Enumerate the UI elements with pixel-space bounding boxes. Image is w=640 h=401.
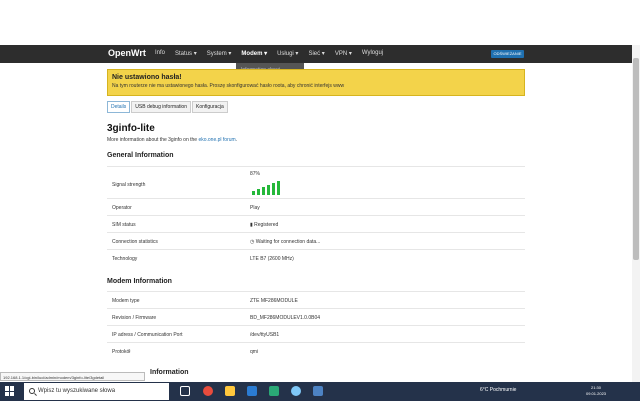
operator-value: Play xyxy=(250,205,260,211)
tab-details[interactable]: Details xyxy=(107,101,131,113)
technology-label: Technology xyxy=(112,256,138,262)
forum-link[interactable]: eko.one.pl forum xyxy=(198,137,235,143)
openwrt-logo[interactable]: OpenWrt xyxy=(108,48,146,58)
windows-taskbar: Wpisz tu wyszukiwane słowa 6°C Pochmurni… xyxy=(0,382,640,401)
firmware-value: BD_MF286MODULEV1.0.0B04 xyxy=(250,315,321,321)
signal-label: Signal strength xyxy=(112,182,146,188)
menu-modem[interactable]: Modem ▾ xyxy=(241,50,267,57)
signal-row: Signal strength 87% xyxy=(107,166,525,198)
connection-statistics-text: Waiting for connection data... xyxy=(255,239,321,245)
operator-row: Operator Play xyxy=(107,198,525,215)
modem-type-row: Modem type ZTE MF286MODULE xyxy=(107,291,525,308)
firmware-row: Revision / Firmware BD_MF286MODULEV1.0.0B… xyxy=(107,308,525,325)
chrome-icon[interactable] xyxy=(203,386,213,396)
modem-information-heading: Modem Information xyxy=(107,278,172,285)
menu-system[interactable]: System ▾ xyxy=(207,50,232,57)
settings-app-icon[interactable] xyxy=(313,386,323,396)
sim-status-text: Registered xyxy=(254,222,279,228)
description-text: More information about the 3ginfo on the xyxy=(107,137,198,143)
connection-statistics-row: Connection statistics ◷ Waiting for conne… xyxy=(107,232,525,249)
port-value: /dev/ttyUSB1 xyxy=(250,332,280,338)
protocol-label: Protokół xyxy=(112,349,131,355)
signal-percent: 87% xyxy=(250,171,261,177)
scrollbar-thumb[interactable] xyxy=(633,58,639,260)
port-label: IP adress / Communication Port xyxy=(112,332,183,338)
sim-status-row: SIM status ▮ Registered xyxy=(107,215,525,232)
page-description: More information about the 3ginfo on the… xyxy=(107,137,237,143)
refresh-button[interactable]: ODŚWIEŻANIE xyxy=(491,50,524,58)
sim-status-value: ▮ Registered xyxy=(250,222,278,228)
taskbar-search-placeholder: Wpisz tu wyszukiwane słowa xyxy=(38,388,116,394)
warning-title: Nie ustawiono hasła! xyxy=(112,74,182,81)
network-app-icon[interactable] xyxy=(291,386,301,396)
browser-status-url: 192.168.1.1/cgi-bin/luci/admin/modem/3gi… xyxy=(0,372,145,381)
menu-services[interactable]: Usługi ▾ xyxy=(277,50,298,57)
tab-usb-debug[interactable]: USB debug information xyxy=(131,101,191,113)
file-explorer-icon[interactable] xyxy=(225,386,235,396)
vertical-scrollbar[interactable] xyxy=(632,45,640,383)
page-tabs: Details USB debug information Konfigurac… xyxy=(107,101,228,113)
signal-strength-icon xyxy=(252,181,280,195)
menu-logout[interactable]: Wyloguj xyxy=(362,50,383,57)
search-icon xyxy=(29,388,35,394)
app-icon[interactable] xyxy=(269,386,279,396)
task-view-icon[interactable] xyxy=(180,386,190,396)
protocol-value: qmi xyxy=(250,349,259,355)
port-row: IP adress / Communication Port/dev/ttyUS… xyxy=(107,325,525,342)
mail-icon[interactable] xyxy=(247,386,257,396)
tab-configuration[interactable]: Konfiguracja xyxy=(192,101,228,113)
windows-start-icon[interactable] xyxy=(5,386,15,396)
top-navigation-bar: OpenWrt Info Status ▾ System ▾ Modem ▾ U… xyxy=(0,45,632,63)
menu-info[interactable]: Info xyxy=(155,50,165,57)
weather-widget[interactable]: 6°C Pochmurnie xyxy=(480,387,516,393)
modem-type-value: ZTE MF286MODULE xyxy=(250,298,298,304)
technology-row: Technology LTE B7 (2600 MHz) xyxy=(107,249,525,266)
page-title: 3ginfo-lite xyxy=(107,123,155,134)
menu-network[interactable]: Sieć ▾ xyxy=(308,50,324,57)
main-menu: Info Status ▾ System ▾ Modem ▾ Usługi ▾ … xyxy=(155,50,383,57)
password-warning: Nie ustawiono hasła! Na tym routerze nie… xyxy=(107,69,525,96)
clock-date: 09.01.2023 xyxy=(586,391,607,396)
general-information-heading: General Information xyxy=(107,152,174,159)
connection-statistics-value: ◷ Waiting for connection data... xyxy=(250,239,320,245)
browser-top-area xyxy=(0,0,640,45)
warning-text: Na tym routerze nie ma ustawionego hasła… xyxy=(112,83,345,89)
operator-label: Operator xyxy=(112,205,132,211)
firmware-label: Revision / Firmware xyxy=(112,315,157,321)
modem-type-label: Modem type xyxy=(112,298,140,304)
technology-value: LTE B7 (2600 MHz) xyxy=(250,256,294,262)
sim-status-label: SIM status xyxy=(112,222,136,228)
menu-status[interactable]: Status ▾ xyxy=(175,50,197,57)
taskbar-clock[interactable]: 21:30 09.01.2023 xyxy=(586,385,606,397)
taskbar-search-box[interactable]: Wpisz tu wyszukiwane słowa xyxy=(24,383,169,400)
connection-statistics-label: Connection statistics xyxy=(112,239,158,245)
menu-vpn[interactable]: VPN ▾ xyxy=(335,50,352,57)
protocol-row: Protokół qmi xyxy=(107,342,525,359)
partial-information-heading: Information xyxy=(150,369,189,376)
description-end: . xyxy=(235,137,238,143)
